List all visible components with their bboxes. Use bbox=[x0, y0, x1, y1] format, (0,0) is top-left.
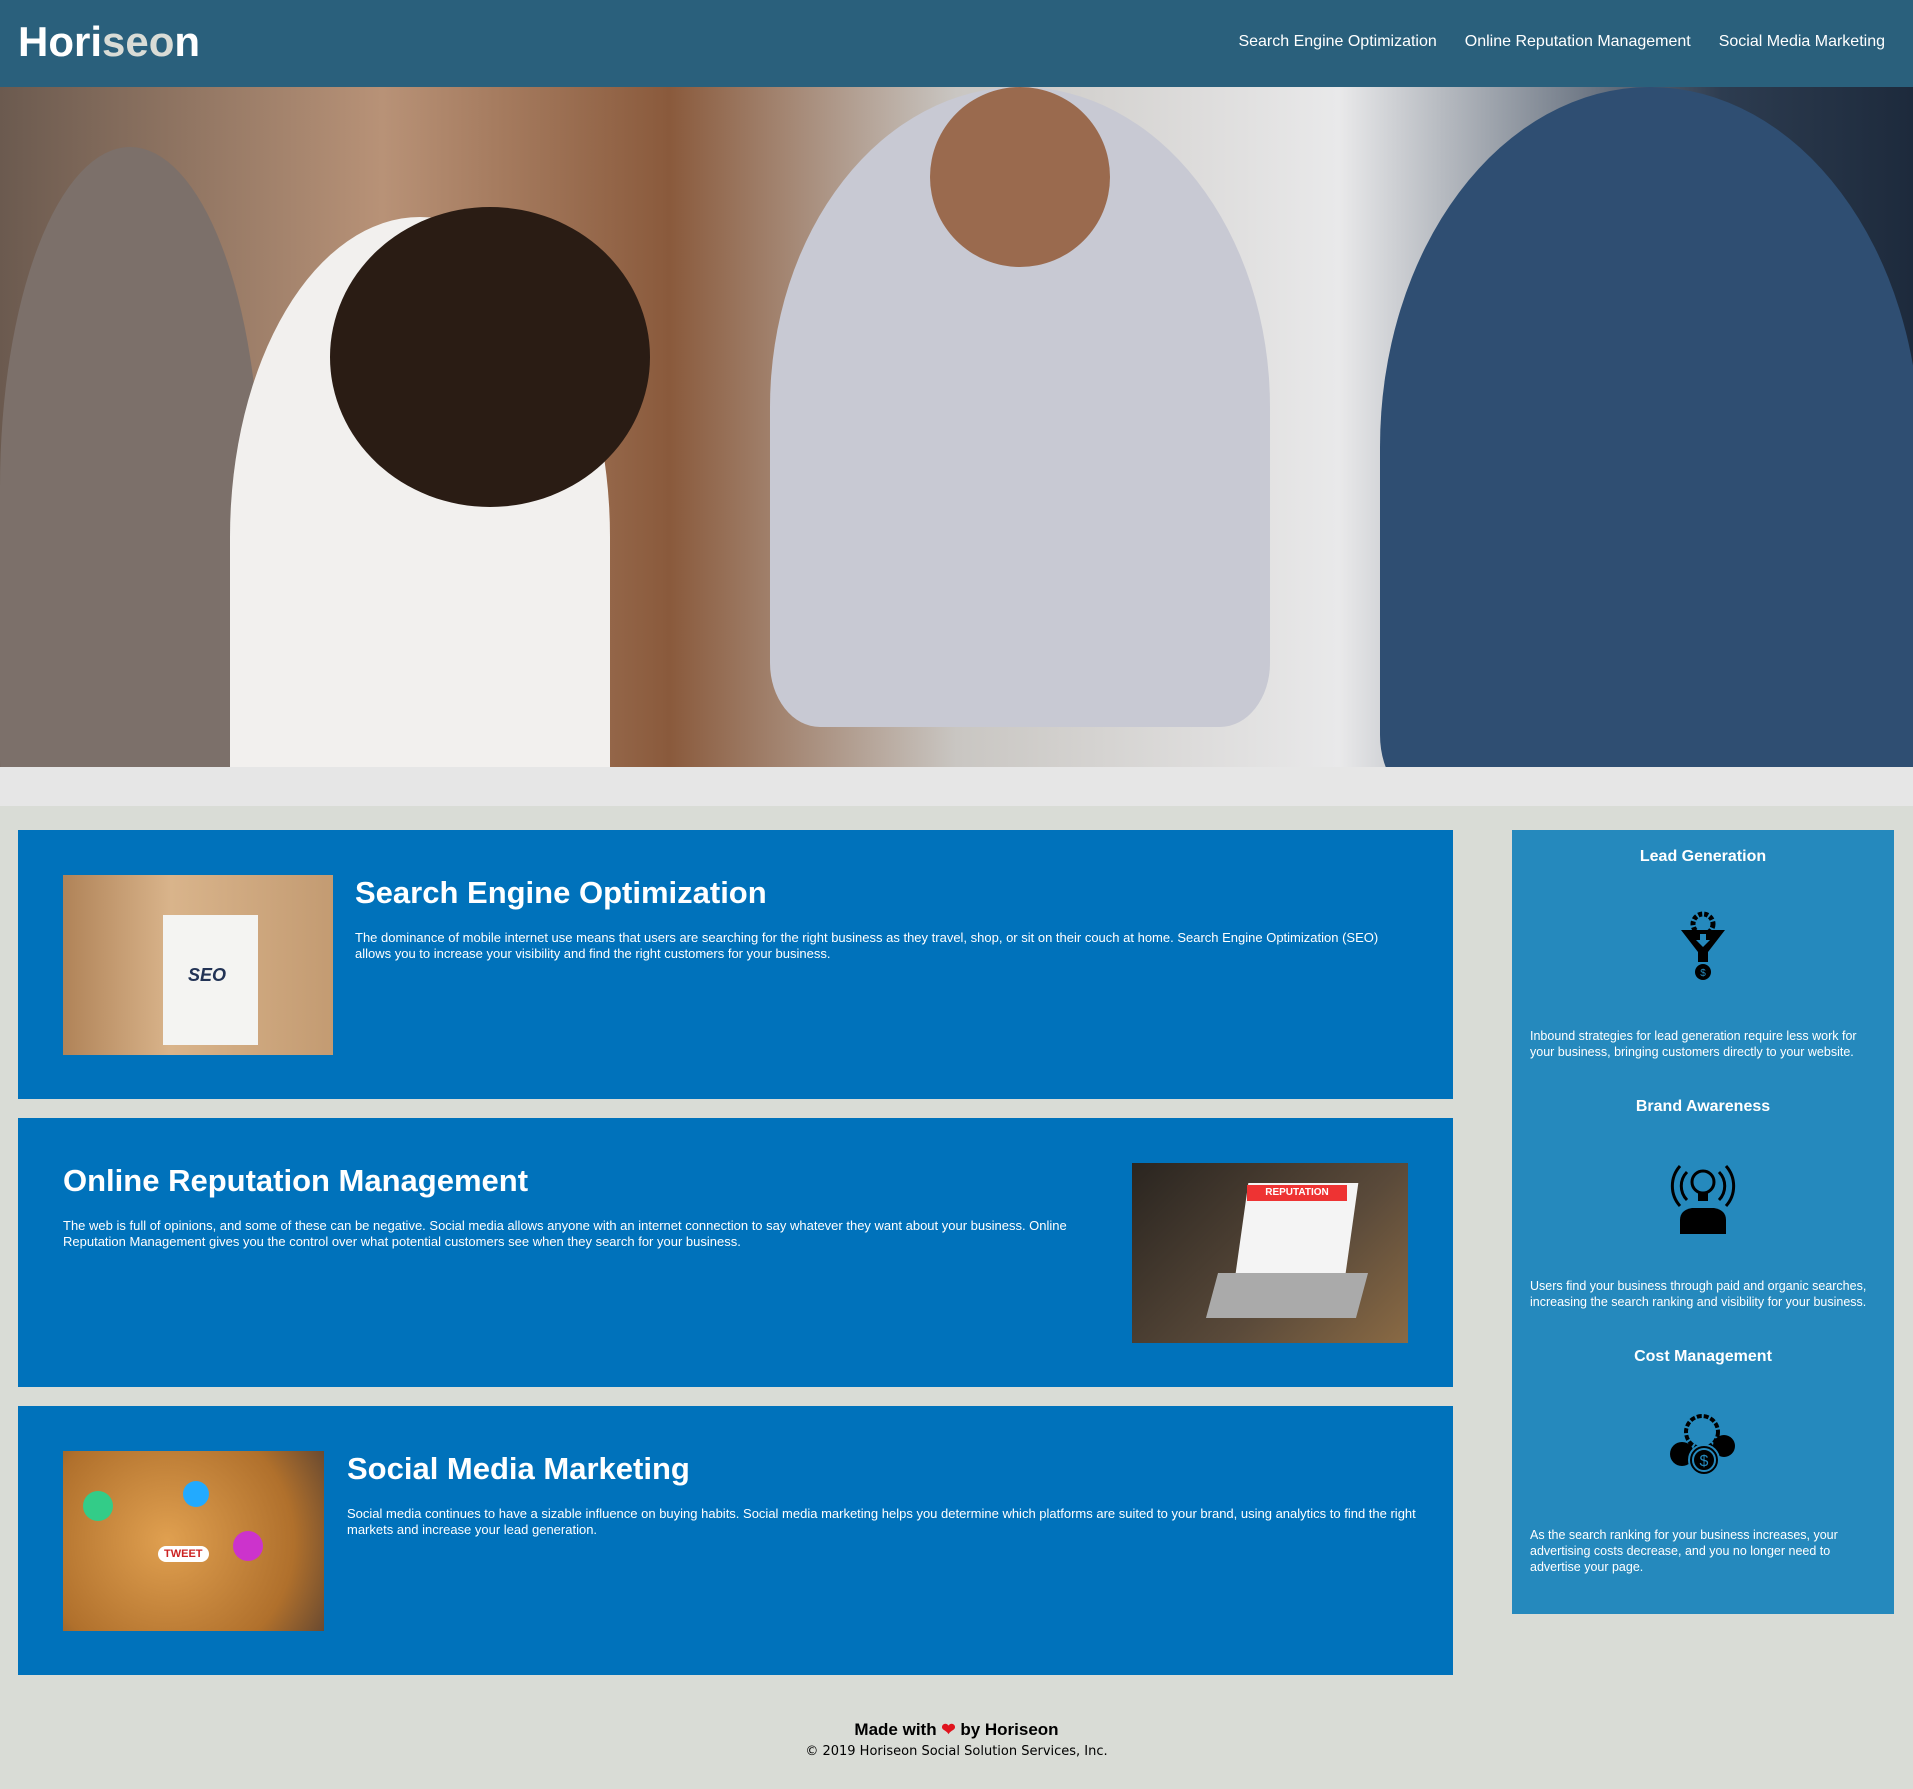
lightbulb-person-icon bbox=[1670, 1165, 1736, 1234]
nav-link-seo[interactable]: Search Engine Optimization bbox=[1238, 33, 1436, 51]
seo-image-label: SEO bbox=[188, 965, 227, 985]
nav-link-orm[interactable]: Online Reputation Management bbox=[1465, 33, 1691, 51]
orm-image: REPUTATION bbox=[1132, 1163, 1408, 1343]
hero-image bbox=[0, 87, 1913, 806]
logo-accent: seo bbox=[102, 18, 175, 65]
benefit-text: Users find your business through paid an… bbox=[1530, 1279, 1867, 1309]
benefit-title: Cost Management bbox=[1634, 1348, 1772, 1365]
benefit-title: Lead Generation bbox=[1639, 848, 1767, 865]
heart-icon: ❤ bbox=[941, 1720, 956, 1739]
made-with-line: Made with ❤ by Horiseon bbox=[0, 1720, 1913, 1740]
content-card-seo: SEO Search Engine Optimization The domin… bbox=[18, 830, 1453, 1099]
section-text: The web is full of opinions, and some of… bbox=[63, 1218, 1067, 1249]
section-title: Online Reputation Management bbox=[63, 1163, 529, 1198]
nav-link-smm[interactable]: Social Media Marketing bbox=[1719, 33, 1885, 51]
benefit-title: Brand Awareness bbox=[1635, 1098, 1771, 1115]
benefits-sidebar: Lead Generation $ Inbound strategies for… bbox=[1512, 830, 1894, 1614]
section-title: Search Engine Optimization bbox=[355, 875, 767, 910]
section-title: Social Media Marketing bbox=[347, 1451, 690, 1486]
orm-image-label: REPUTATION bbox=[1247, 1185, 1347, 1201]
main-nav: Search Engine Optimization Online Reputa… bbox=[1238, 33, 1885, 51]
funnel-gear-dollar-icon: $ bbox=[1681, 911, 1725, 980]
svg-text:$: $ bbox=[1700, 968, 1706, 979]
benefit-text: As the search ranking for your business … bbox=[1530, 1528, 1838, 1574]
content-card-orm: Online Reputation Management The web is … bbox=[18, 1118, 1453, 1387]
benefit-text: Inbound strategies for lead generation r… bbox=[1530, 1029, 1857, 1059]
logo[interactable]: Horiseon bbox=[18, 18, 200, 66]
svg-text:$: $ bbox=[1700, 1453, 1709, 1470]
smm-image-label: TWEET bbox=[158, 1546, 209, 1562]
seo-image: SEO bbox=[63, 875, 333, 1055]
site-footer: Made with ❤ by Horiseon © 2019 Horiseon … bbox=[0, 1720, 1913, 1759]
smm-image: TWEET bbox=[63, 1451, 324, 1631]
section-text: The dominance of mobile internet use mea… bbox=[355, 930, 1379, 961]
made-suffix: by Horiseon bbox=[960, 1720, 1059, 1739]
site-header: Horiseon Search Engine Optimization Onli… bbox=[0, 0, 1913, 87]
logo-text-end: n bbox=[174, 18, 201, 65]
copyright: © 2019 Horiseon Social Solution Services… bbox=[805, 1744, 1108, 1759]
gear-coins-icon: $ bbox=[1670, 1414, 1735, 1476]
made-prefix: Made with bbox=[854, 1720, 937, 1739]
section-text: Social media continues to have a sizable… bbox=[347, 1506, 1416, 1537]
logo-text: Hori bbox=[18, 18, 102, 65]
content-card-smm: TWEET Social Media Marketing Social medi… bbox=[18, 1406, 1453, 1675]
